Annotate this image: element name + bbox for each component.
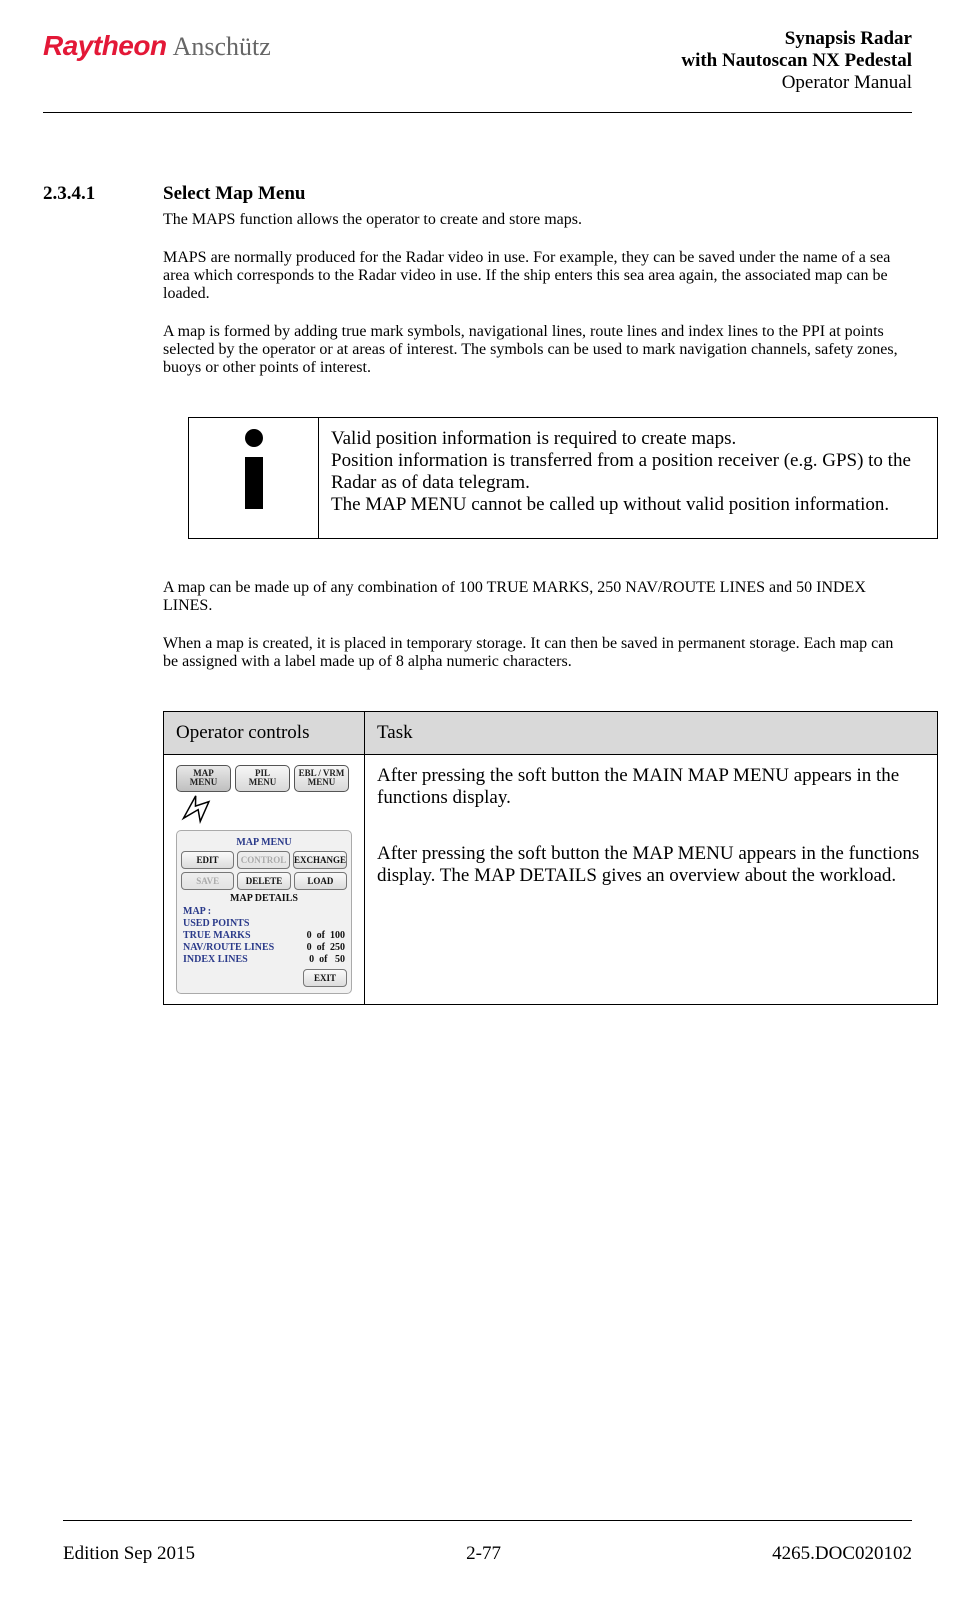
info-box: Valid position information is required t… xyxy=(188,417,938,539)
paragraph: The MAPS function allows the operator to… xyxy=(163,211,912,229)
header-rule xyxy=(43,112,912,113)
map-details-title: MAP DETAILS xyxy=(181,893,347,904)
footer-center: 2-77 xyxy=(466,1543,501,1565)
paragraph: A map is formed by adding true mark symb… xyxy=(163,323,912,377)
logo: Raytheon Anschütz xyxy=(43,28,271,62)
detail-row: INDEX LINES 0 of 50 xyxy=(181,954,347,965)
footer-right: 4265.DOC020102 xyxy=(772,1543,912,1565)
map-label: MAP : xyxy=(183,906,211,917)
cursor-arrow-icon xyxy=(176,794,216,824)
page-footer: Edition Sep 2015 2-77 4265.DOC020102 xyxy=(63,1543,912,1565)
footer-rule xyxy=(63,1520,912,1521)
operator-controls-cell: MAPMENU PILMENU EBL / VRMMENU MAP MENU E… xyxy=(164,755,365,1005)
info-icon xyxy=(245,429,263,509)
delete-button[interactable]: DELETE xyxy=(237,872,290,890)
panel-title: MAP MENU xyxy=(181,837,347,848)
task-text: After pressing the soft button the MAIN … xyxy=(377,765,925,809)
info-icon-cell xyxy=(189,418,319,539)
paragraph: MAPS are normally produced for the Radar… xyxy=(163,249,912,303)
detail-row: TRUE MARKS 0 of 100 xyxy=(181,930,347,941)
section-title: Select Map Menu xyxy=(163,183,305,205)
used-points-label: USED POINTS xyxy=(183,918,249,929)
save-button[interactable]: SAVE xyxy=(181,872,234,890)
load-button[interactable]: LOAD xyxy=(294,872,347,890)
operator-table: Operator controls Task MAPMENU PILMENU E… xyxy=(163,711,938,1005)
edit-button[interactable]: EDIT xyxy=(181,851,234,869)
table-header: Task xyxy=(365,712,938,755)
logo-sub: Anschütz xyxy=(173,32,271,62)
soft-button-map-menu[interactable]: MAPMENU xyxy=(176,765,231,792)
paragraph: A map can be made up of any combination … xyxy=(163,579,912,615)
document-title: Synapsis Radar with Nautoscan NX Pedesta… xyxy=(681,28,912,94)
soft-button-ebl-vrm-menu[interactable]: EBL / VRMMENU xyxy=(294,765,349,792)
exchange-button[interactable]: EXCHANGE xyxy=(293,851,347,869)
logo-main: Raytheon xyxy=(43,30,167,62)
detail-row: NAV/ROUTE LINES 0 of 250 xyxy=(181,942,347,953)
exit-button[interactable]: EXIT xyxy=(303,969,347,987)
control-button[interactable]: CONTROL xyxy=(237,851,290,869)
section-body: The MAPS function allows the operator to… xyxy=(163,211,912,1005)
task-cell: After pressing the soft button the MAIN … xyxy=(365,755,938,1005)
table-header: Operator controls xyxy=(164,712,365,755)
footer-left: Edition Sep 2015 xyxy=(63,1543,195,1565)
map-menu-panel: MAP MENU EDIT CONTROL EXCHANGE SAVE DELE… xyxy=(176,830,352,994)
page: Raytheon Anschütz Synapsis Radar with Na… xyxy=(8,8,959,1599)
task-text: After pressing the soft button the MAP M… xyxy=(377,843,925,887)
page-header: Raytheon Anschütz Synapsis Radar with Na… xyxy=(43,28,912,94)
section-number: 2.3.4.1 xyxy=(43,183,163,205)
soft-button-row: MAPMENU PILMENU EBL / VRMMENU xyxy=(176,765,352,792)
paragraph: When a map is created, it is placed in t… xyxy=(163,635,912,671)
info-text: Valid position information is required t… xyxy=(319,418,938,539)
soft-button-pil-menu[interactable]: PILMENU xyxy=(235,765,290,792)
section-header: 2.3.4.1 Select Map Menu xyxy=(43,183,912,205)
